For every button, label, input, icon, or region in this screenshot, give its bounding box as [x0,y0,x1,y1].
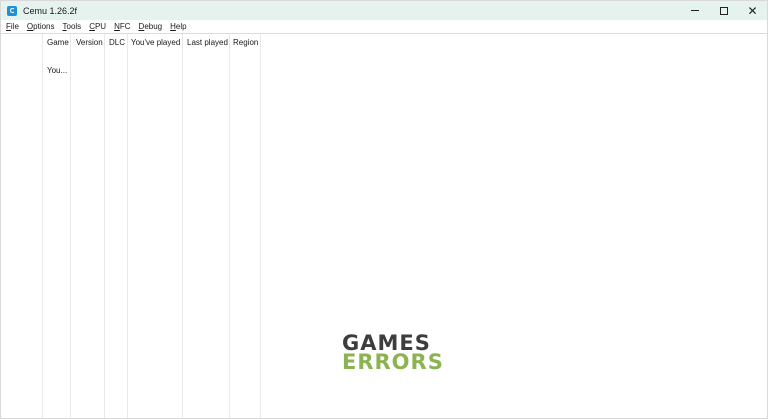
title-bar[interactable]: Cemu 1.26.2f ✕ [1,1,767,20]
column-divider[interactable] [42,34,43,418]
menu-help[interactable]: Help [167,22,189,31]
menu-file[interactable]: File [1,22,22,31]
column-header-last-played[interactable]: Last played [187,38,228,47]
minimize-icon [690,10,699,11]
column-divider[interactable] [127,34,128,418]
maximize-button[interactable] [709,1,738,20]
column-divider[interactable] [104,34,105,418]
column-header-dlc[interactable]: DLC [109,38,125,47]
window-title: Cemu 1.26.2f [23,5,78,16]
column-header-version[interactable]: Version [76,38,103,47]
menu-bar: File Options Tools CPU NFC Debug Help [1,20,767,33]
column-divider[interactable] [182,34,183,418]
column-header-game[interactable]: Game [47,38,69,47]
menu-cpu[interactable]: CPU [86,22,109,31]
menu-tools[interactable]: Tools [60,22,85,31]
menu-debug[interactable]: Debug [136,22,166,31]
app-window: Cemu 1.26.2f ✕ File Options Tools CPU NF… [0,0,768,419]
window-controls: ✕ [680,1,767,20]
column-header-region[interactable]: Region [233,38,258,47]
close-button[interactable]: ✕ [738,1,767,20]
menu-options[interactable]: Options [24,22,58,31]
maximize-icon [719,6,728,15]
games-errors-watermark: GAMES ERRORS [342,333,444,374]
minimize-button[interactable] [680,1,709,20]
close-icon: ✕ [747,3,758,18]
watermark-line2: ERRORS [342,350,444,374]
column-divider[interactable] [260,34,261,418]
cemu-app-icon [7,5,17,16]
column-divider[interactable] [70,34,71,418]
menu-nfc[interactable]: NFC [111,22,133,31]
game-list-row[interactable]: You... [47,66,67,75]
column-divider[interactable] [229,34,230,418]
column-header-played[interactable]: You've played [131,38,180,47]
